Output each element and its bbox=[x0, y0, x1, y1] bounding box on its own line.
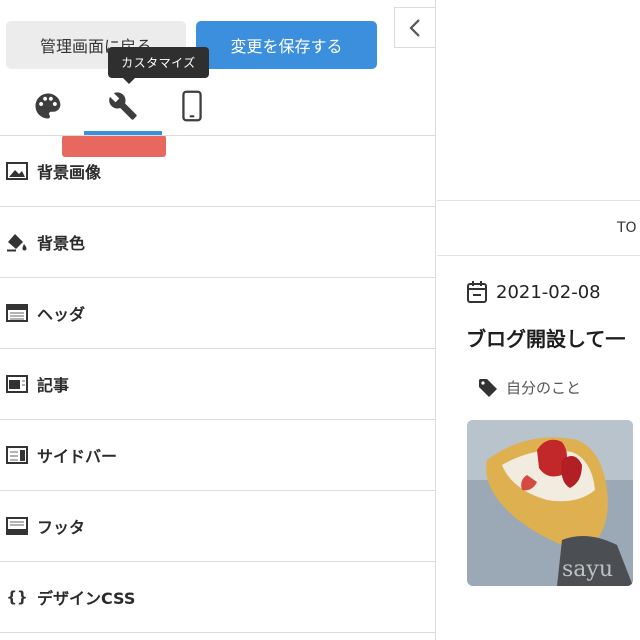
menu-item-label: ヘッダ bbox=[37, 305, 86, 324]
menu-item-sidebar[interactable]: サイドバー bbox=[0, 420, 436, 491]
wrench-icon bbox=[109, 92, 137, 120]
post-date: 2021-02-08 bbox=[496, 281, 601, 303]
sidebar-layout-icon bbox=[5, 443, 29, 467]
tab-mobile[interactable] bbox=[174, 88, 210, 124]
preview-header-divider bbox=[437, 200, 640, 201]
article-layout-icon bbox=[5, 372, 29, 396]
braces-icon: {} bbox=[6, 588, 28, 606]
save-changes-button[interactable]: 変更を保存する bbox=[196, 21, 377, 69]
smartphone-icon bbox=[182, 90, 202, 122]
menu-item-header[interactable]: ヘッダ bbox=[0, 278, 436, 349]
menu-item-article[interactable]: 記事 bbox=[0, 349, 436, 420]
thumbnail-watermark: sayu bbox=[562, 557, 613, 582]
menu-item-label: 背景色 bbox=[37, 234, 86, 253]
post-title[interactable]: ブログ開設して一 bbox=[466, 323, 625, 352]
menu-item-label: フッタ bbox=[37, 518, 86, 537]
preview-nav-link[interactable]: TO bbox=[617, 220, 637, 236]
tag-label: 自分のこと bbox=[506, 379, 582, 397]
customize-tooltip: カスタマイズ bbox=[108, 47, 209, 84]
menu-item-label: デザインCSS bbox=[37, 589, 136, 608]
palette-icon bbox=[35, 93, 61, 119]
collapse-sidebar-button[interactable] bbox=[394, 7, 436, 48]
menu-item-label: サイドバー bbox=[37, 447, 118, 466]
calendar-icon bbox=[467, 281, 487, 303]
post-date-row: 2021-02-08 bbox=[466, 280, 601, 304]
menu-item-background-color[interactable]: 背景色 bbox=[0, 207, 436, 278]
tab-customize[interactable] bbox=[105, 88, 141, 124]
post-tag[interactable]: 自分のこと bbox=[478, 377, 581, 398]
header-layout-icon bbox=[5, 301, 29, 325]
preview-nav-divider bbox=[437, 255, 640, 256]
tag-icon bbox=[479, 378, 497, 397]
tab-design[interactable] bbox=[30, 88, 66, 124]
image-icon bbox=[5, 159, 29, 183]
chevron-left-icon bbox=[409, 18, 420, 37]
customizer-sidebar: 管理画面に戻る 変更を保存する カスタマイズ 背景画像 背景色 ヘッダ 記事 サ… bbox=[0, 0, 436, 640]
menu-item-label: 記事 bbox=[37, 376, 70, 395]
menu-item-label: 背景画像 bbox=[37, 163, 102, 182]
menu-item-background-image[interactable]: 背景画像 bbox=[0, 136, 436, 207]
menu-item-design-css[interactable]: {} デザインCSS bbox=[0, 562, 436, 633]
footer-layout-icon bbox=[5, 514, 29, 538]
paint-bucket-icon bbox=[5, 230, 29, 254]
menu-item-footer[interactable]: フッタ bbox=[0, 491, 436, 562]
post-thumbnail[interactable]: sayu bbox=[467, 420, 633, 586]
